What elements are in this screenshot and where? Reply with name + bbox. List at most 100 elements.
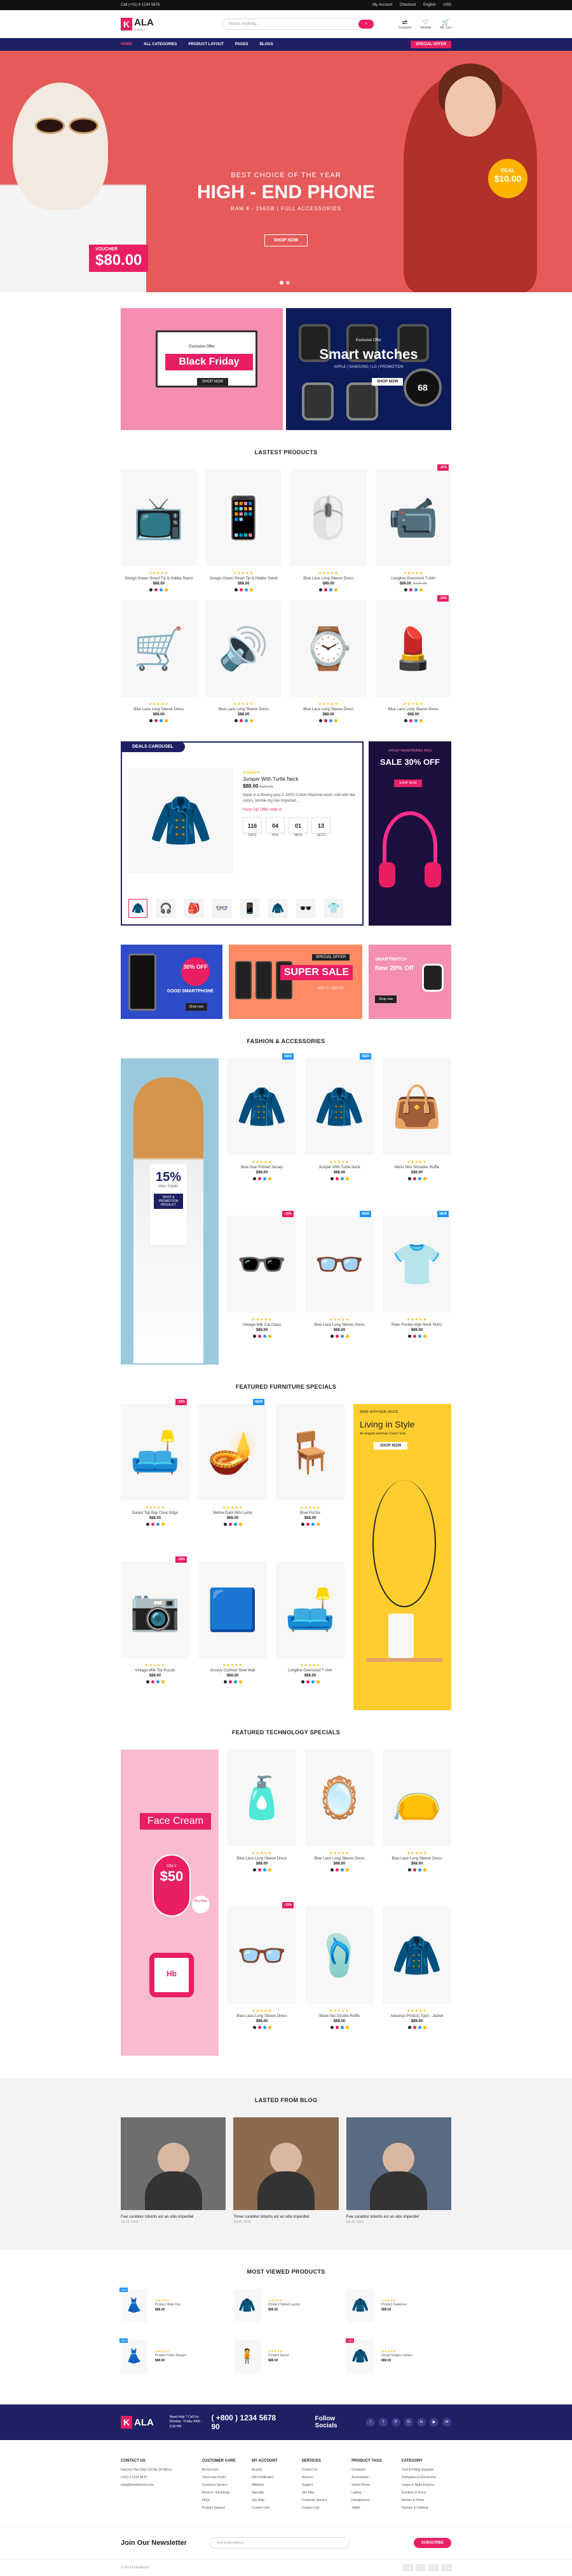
most-viewed-image[interactable]: -15% 🧥	[346, 2338, 374, 2373]
most-viewed-item[interactable]: NEW 👗 ★★★★★ Product Video Images $88.00	[119, 2338, 225, 2373]
product-name[interactable]: Eased Top Bay Clear Edge	[121, 1511, 189, 1515]
product-image[interactable]: 🔊	[205, 600, 282, 697]
product-image[interactable]: NEW 👓	[305, 1211, 374, 1312]
footer-link[interactable]: Support	[302, 2483, 351, 2487]
footer-link[interactable]: Computers & Electronics	[402, 2476, 451, 2479]
black-friday-banner[interactable]: Exclusive Offer Black Friday SHOP NOW	[121, 308, 283, 430]
footer-link[interactable]: My Account	[202, 2468, 252, 2472]
color-swatches[interactable]	[305, 1177, 374, 1180]
footer-link[interactable]: Track your Order	[202, 2476, 252, 2479]
product-name[interactable]: Blue Lace Long Sleeve Dress	[228, 2014, 296, 2018]
footer-link[interactable]: (+01) 6 1234 5678	[121, 2476, 202, 2479]
blog-caption[interactable]: Fwe curabitur lobortis est an odio imper…	[121, 2215, 226, 2219]
blog-card[interactable]: Fwe curabitur lobortis est an odio imper…	[121, 2117, 226, 2224]
footer-link[interactable]: Site Map	[252, 2498, 301, 2502]
product-name[interactable]: Wave Net Double Ruffle	[305, 2014, 374, 2018]
product-card[interactable]: NEW 👓 ★★★★★ Blue Lace Long Sleeve Dress …	[305, 1211, 374, 1365]
headphones-banner[interactable]: LATEST HEADPHONES SALE SALE 30% OFF SHOP…	[369, 741, 451, 926]
product-name[interactable]: Blue Lace Long Sleeve Dress	[228, 1857, 296, 1861]
product-name[interactable]: Blue Lace Long Sleeve Dress	[206, 708, 282, 711]
product-name[interactable]: Blue Lace Long Sleeve Dress	[376, 708, 452, 711]
smartwatch-shop[interactable]: Shop now	[375, 995, 397, 1003]
deal-thumb[interactable]: 🕶️	[296, 899, 315, 918]
product-card[interactable]: 🧴 ★★★★★ Blue Lace Long Sleeve Dress $88.…	[228, 1750, 296, 1898]
hero-shop-button[interactable]: SHOP NOW	[264, 234, 308, 246]
most-viewed-name[interactable]: Product Swatches	[381, 2303, 407, 2307]
product-card[interactable]: 🧥 ★★★★★ Advance Product Type - Jacket $8…	[383, 1907, 451, 2056]
product-card[interactable]: -15% 🕶️ ★★★★★ Vintage Milk Cat Glass $88…	[228, 1211, 296, 1365]
product-image[interactable]: NEW 🧥	[228, 1053, 296, 1155]
product-card[interactable]: 🛋️ ★★★★★ Longline Oversized T-shirt $88.…	[276, 1561, 344, 1710]
color-swatches[interactable]	[121, 1680, 189, 1683]
social-icon[interactable]: ▶	[430, 2418, 439, 2427]
headphones-shop[interactable]: SHOP NOW	[394, 779, 422, 787]
most-viewed-item[interactable]: NEW 👗 ★★★★★ Product Wide Day $88.00	[119, 2288, 225, 2322]
smartphone-shop[interactable]: Shop now	[185, 1003, 207, 1011]
product-card[interactable]: NEW 🧥 ★★★★★ Jumper With Turtle Neck $88.…	[305, 1053, 374, 1207]
color-swatches[interactable]	[290, 719, 367, 722]
product-card[interactable]: 👜 ★★★★★ Mimo Mini Shoulder Ruffle $88.00	[383, 1058, 451, 1207]
footer-link[interactable]: Cool & Fitting Supplies	[402, 2468, 451, 2472]
color-swatches[interactable]	[383, 2026, 451, 2029]
color-swatches[interactable]	[383, 1335, 451, 1338]
social-icon[interactable]: in	[417, 2418, 426, 2427]
most-viewed-image[interactable]: 🧍	[234, 2340, 261, 2373]
top-link[interactable]: Checkout	[400, 3, 416, 7]
product-card[interactable]: ⌚ ★★★★★ Blue Lace Long Sleeve Dress $88.…	[290, 600, 367, 722]
color-swatches[interactable]	[305, 1868, 374, 1871]
blog-image[interactable]	[233, 2117, 339, 2210]
smartphone-promo[interactable]: 30% OFF GOOD SMARTPHONE Shop now	[121, 945, 222, 1019]
color-swatches[interactable]	[228, 2026, 296, 2029]
product-name[interactable]: Longline Oversized T-shirt	[276, 1669, 344, 1673]
color-swatches[interactable]	[276, 1523, 344, 1526]
most-viewed-image[interactable]: NEW 👗	[119, 2288, 147, 2322]
product-image[interactable]: 🪑	[276, 1404, 344, 1500]
footer-link[interactable]: Computer	[351, 2468, 401, 2472]
footer-link[interactable]: Contact Us	[302, 2468, 351, 2472]
product-name[interactable]: Blue Lace Long Sleeve Dress	[383, 1857, 451, 1861]
footer-link[interactable]: Brands	[252, 2468, 301, 2472]
footer-link[interactable]: Specials	[252, 2491, 301, 2495]
deal-thumb[interactable]: 🎒	[184, 899, 203, 918]
product-name[interactable]: Blue Lace Long Sleeve Dress	[121, 708, 197, 711]
footer-link[interactable]: Tablet	[351, 2506, 401, 2510]
product-card[interactable]: NEW 🧥 ★★★★★ Bow Dual Printed Jersey $88.…	[228, 1053, 296, 1207]
product-card[interactable]: 🔊 ★★★★★ Blue Lace Long Sleeve Dress $88.…	[205, 600, 282, 722]
product-card[interactable]: -15% 📹 ★★★★★ Longline Oversized T-shirt …	[375, 464, 452, 591]
footer-link[interactable]: Hanover Bus Stop 123 No.1A Street	[121, 2468, 202, 2472]
product-card[interactable]: 👝 ★★★★★ Blue Lace Long Sleeve Dress $88.…	[383, 1750, 451, 1898]
product-image[interactable]: NEW 🪔	[198, 1399, 267, 1500]
wishlist-button[interactable]: ♡ Wishlist	[420, 19, 431, 30]
compare-button[interactable]: ⇄ Compare	[398, 19, 412, 30]
nav-pages[interactable]: PAGES	[235, 43, 249, 46]
footer-link[interactable]: Lamps & Night Fixtures	[402, 2483, 451, 2487]
product-image[interactable]: -15% 💄	[375, 595, 451, 697]
product-image[interactable]: NEW 🧥	[305, 1053, 374, 1155]
buy-now-badge[interactable]: Buy Now	[192, 1896, 210, 1913]
deal-thumb[interactable]: 🎧	[156, 899, 175, 918]
product-name[interactable]: Blue Puzzle	[276, 1511, 344, 1515]
deal-thumb[interactable]: 👕	[324, 899, 343, 918]
black-friday-shop[interactable]: SHOP NOW	[197, 378, 229, 386]
product-card[interactable]: -15% 📷 ★★★★★ Vintage Milk Toy Puzzle $88…	[121, 1556, 189, 1710]
most-viewed-name[interactable]: Group Images Variant	[381, 2354, 412, 2357]
footer-link[interactable]: Returns / Exchange	[202, 2491, 252, 2495]
product-name[interactable]: Mimo Mini Shoulder Ruffle	[383, 1166, 451, 1170]
footer-link[interactable]: FAQs	[202, 2498, 252, 2502]
subscribe-button[interactable]: SUBSCRIBE	[413, 2538, 451, 2548]
search-button[interactable]: ⌕	[358, 20, 374, 29]
footer-link[interactable]: Smart Phone	[351, 2483, 401, 2487]
product-name[interactable]: Blue Lace Long Sleeve Dress	[290, 708, 367, 711]
product-image[interactable]: 👜	[383, 1058, 451, 1155]
smart-watches-banner[interactable]: Exclusive Offer Smart watches APPLE | SA…	[286, 308, 451, 430]
product-image[interactable]: 📺	[121, 469, 197, 566]
product-name[interactable]: Longline Oversized T-shirt	[376, 577, 452, 581]
most-viewed-item[interactable]: 🧥 ★★★★★ Product Tabled Layout $88.00	[234, 2289, 338, 2322]
product-name[interactable]: Design Green Smart Tip & Hobby Stand	[206, 577, 282, 581]
color-swatches[interactable]	[276, 1680, 344, 1683]
footer-link[interactable]: Custom Link	[302, 2506, 351, 2510]
furniture-shop[interactable]: SHOP NOW	[374, 1442, 408, 1450]
product-image[interactable]: 👝	[383, 1750, 451, 1846]
product-name[interactable]: Bellow Dark Mini Lamp	[198, 1511, 267, 1515]
product-card[interactable]: 🩴 ★★★★★ Wave Net Double Ruffle $88.00	[305, 1907, 374, 2056]
